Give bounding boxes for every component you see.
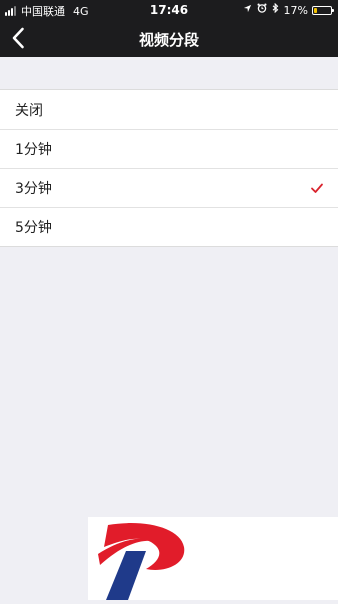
battery-fill [314,7,317,13]
page-title: 视频分段 [138,31,199,49]
option-label: 3分钟 [15,181,52,197]
status-bar: 中国联通 4G 17:46 17% [0,0,338,20]
option-label: 1分钟 [15,142,52,158]
battery-percent: 17% [283,3,308,17]
option-row[interactable]: 关闭 [0,90,338,129]
bluetooth-icon [272,2,279,17]
brand-logo [88,517,338,600]
option-label: 关闭 [15,102,43,119]
option-row[interactable]: 1分钟 [0,129,338,168]
option-row[interactable]: 3分钟 [0,168,338,207]
nav-bar: 视频分段 [0,20,338,57]
status-right: 17% [243,2,334,17]
location-icon [243,4,252,17]
alarm-icon [257,3,267,17]
option-row[interactable]: 5分钟 [0,207,338,246]
segment-option-list: 关闭 1分钟 3分钟 5分钟 [0,89,338,247]
checkmark-icon [311,183,323,193]
option-label: 5分钟 [15,220,52,236]
top-bar: 中国联通 4G 17:46 17% 视频分段 [0,0,338,57]
battery-icon [312,5,334,15]
